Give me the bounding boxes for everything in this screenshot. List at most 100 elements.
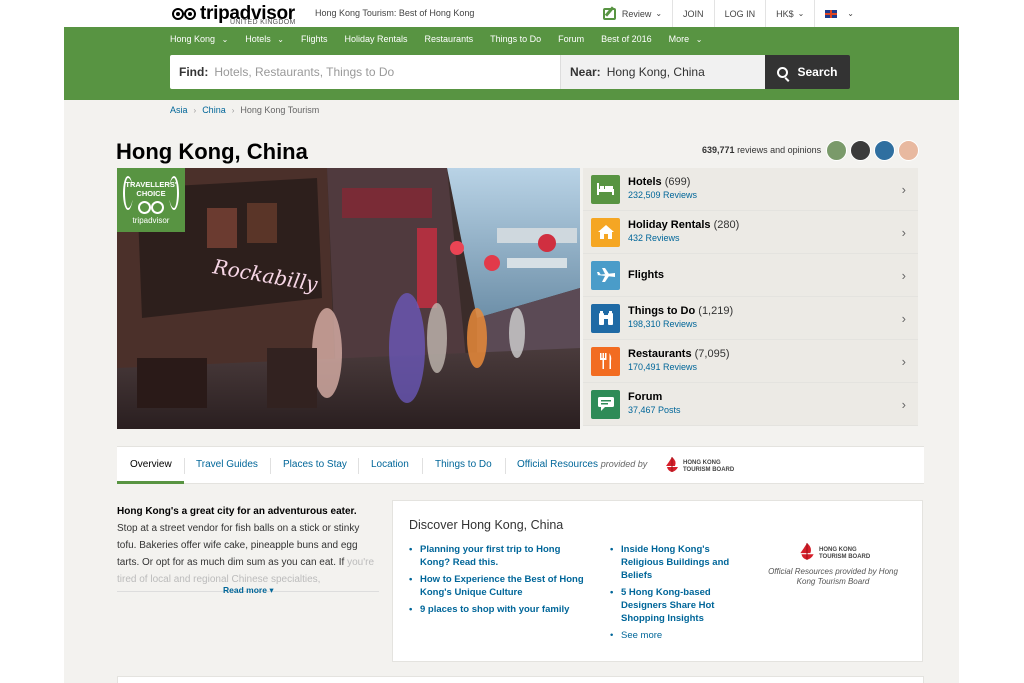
- speech-bubble-icon: [591, 389, 620, 419]
- discover-link[interactable]: How to Experience the Best of Hong Kong'…: [409, 573, 591, 599]
- near-label: Near:: [570, 65, 601, 79]
- tab-divider: [184, 458, 185, 474]
- discover-list-left: Planning your first trip to Hong Kong? R…: [409, 543, 591, 620]
- see-more-link[interactable]: See more: [610, 629, 748, 642]
- chevron-down-icon: ⌄: [847, 9, 854, 18]
- category-name: Things to Do: [628, 305, 696, 317]
- intro-body: Stop at a street vendor for fish balls o…: [117, 523, 360, 568]
- nav-item-more[interactable]: More ⌄: [669, 31, 703, 48]
- hong-kong-tourism-board-logo-icon: [800, 543, 814, 560]
- chevron-right-icon: ›: [901, 354, 906, 369]
- page-title: Hong Kong, China: [116, 139, 308, 164]
- active-tab-indicator: [117, 481, 184, 484]
- next-section: [117, 676, 924, 683]
- intro-text: Hong Kong's a great city for an adventur…: [117, 503, 375, 588]
- tab-location[interactable]: Location: [371, 459, 409, 470]
- top-nav: Review ⌄ JOIN LOG IN HK$ ⌄ ⌄: [593, 0, 864, 27]
- nav-item-hong-kong[interactable]: Hong Kong ⌄: [170, 31, 228, 48]
- avatar[interactable]: [850, 140, 871, 161]
- fork-knife-icon: [591, 346, 620, 376]
- section-tabs: Overview Travel Guides Places to Stay Lo…: [117, 446, 924, 484]
- category-things-to-do[interactable]: Things to Do (1,219) 198,310 Reviews ›: [583, 297, 918, 340]
- official-resources-label: Official Resources: [517, 459, 598, 470]
- find-input[interactable]: Find: Hotels, Restaurants, Things to Do: [170, 55, 561, 89]
- reviews-count[interactable]: 639,771 reviews and opinions: [702, 145, 821, 155]
- tab-places-to-stay[interactable]: Places to Stay: [283, 459, 347, 470]
- join-link[interactable]: JOIN: [672, 0, 714, 27]
- page: tripadvisor UNITED KINGDOM Hong Kong Tou…: [64, 0, 959, 683]
- nav-item-hotels[interactable]: Hotels ⌄: [245, 31, 284, 48]
- discover-link[interactable]: 5 Hong Kong-based Designers Share Hot Sh…: [610, 586, 748, 625]
- nav-item-things-to-do[interactable]: Things to Do: [490, 31, 541, 48]
- search-button[interactable]: Search: [765, 55, 850, 89]
- review-label: Review: [621, 8, 652, 19]
- tab-official-resources[interactable]: Official Resources provided by: [517, 459, 647, 470]
- tab-divider: [505, 458, 506, 474]
- owl-eyes-icon: [138, 201, 164, 215]
- category-restaurants[interactable]: Restaurants (7,095) 170,491 Reviews ›: [583, 340, 918, 383]
- main-nav: Hong Kong ⌄ Hotels ⌄ Flights Holiday Ren…: [170, 31, 719, 48]
- category-posts[interactable]: 37,467 Posts: [628, 404, 681, 417]
- language-menu[interactable]: ⌄: [814, 0, 864, 27]
- nav-item-holiday-rentals[interactable]: Holiday Rentals: [345, 31, 408, 48]
- nav-item-flights[interactable]: Flights: [301, 31, 328, 48]
- chevron-down-icon: ⌄: [655, 9, 663, 18]
- avatar[interactable]: [826, 140, 847, 161]
- house-icon: [591, 217, 620, 247]
- search-box: Find: Hotels, Restaurants, Things to Do …: [170, 55, 765, 89]
- category-reviews[interactable]: 232,509 Reviews: [628, 189, 697, 202]
- category-reviews[interactable]: 198,310 Reviews: [628, 318, 733, 331]
- top-bar-title: Hong Kong Tourism: Best of Hong Kong: [315, 8, 475, 18]
- nav-item-best-of-2016[interactable]: Best of 2016: [601, 31, 652, 48]
- search-icon: [777, 66, 789, 78]
- chevron-right-icon: ›: [901, 311, 906, 326]
- breadcrumb-china[interactable]: China: [202, 105, 226, 115]
- tab-divider: [358, 458, 359, 474]
- category-reviews[interactable]: 170,491 Reviews: [628, 361, 730, 374]
- category-flights[interactable]: Flights ›: [583, 254, 918, 297]
- find-placeholder: Hotels, Restaurants, Things to Do: [214, 65, 395, 79]
- chevron-right-icon: ›: [901, 397, 906, 412]
- discover-link[interactable]: 9 places to shop with your family: [409, 603, 591, 616]
- read-more-link[interactable]: Read more ▾: [223, 585, 274, 596]
- near-input[interactable]: Near: Hong Kong, China: [561, 55, 765, 89]
- review-menu[interactable]: Review ⌄: [593, 0, 672, 27]
- category-name: Holiday Rentals: [628, 219, 711, 231]
- category-forum[interactable]: Forum 37,467 Posts ›: [583, 383, 918, 426]
- hktb-wordmark: HONG KONG TOURISM BOARD: [683, 460, 735, 473]
- category-hotels[interactable]: Hotels (699) 232,509 Reviews ›: [583, 168, 918, 211]
- currency-menu[interactable]: HK$ ⌄: [765, 0, 814, 27]
- find-label: Find:: [179, 65, 209, 79]
- tab-divider: [270, 458, 271, 474]
- owl-logo-icon: [172, 6, 198, 22]
- logo-region: UNITED KINGDOM: [230, 19, 296, 26]
- tab-overview[interactable]: Overview: [130, 459, 172, 470]
- discover-link[interactable]: Inside Hong Kong's Religious Buildings a…: [610, 543, 748, 582]
- tab-travel-guides[interactable]: Travel Guides: [196, 459, 258, 470]
- nav-item-forum[interactable]: Forum: [558, 31, 584, 48]
- binoculars-icon: [591, 303, 620, 333]
- nav-item-restaurants[interactable]: Restaurants: [425, 31, 474, 48]
- category-count: (280): [713, 219, 740, 231]
- official-resources-caption[interactable]: Official Resources provided by Hong Kong…: [768, 567, 898, 587]
- hong-kong-tourism-board-logo-icon: [666, 457, 678, 472]
- login-label: LOG IN: [724, 8, 756, 19]
- category-holiday-rentals[interactable]: Holiday Rentals (280) 432 Reviews ›: [583, 211, 918, 254]
- tab-things-to-do[interactable]: Things to Do: [435, 459, 492, 470]
- category-name: Forum: [628, 391, 663, 403]
- street-photo-image: Rockabilly: [117, 168, 580, 429]
- intro-headline: Hong Kong's a great city for an adventur…: [117, 506, 357, 517]
- hktb-wordmark: HONG KONG TOURISM BOARD: [819, 547, 871, 560]
- discover-link[interactable]: Planning your first trip to Hong Kong? R…: [409, 543, 591, 569]
- breadcrumb-asia[interactable]: Asia: [170, 105, 188, 115]
- category-reviews[interactable]: 432 Reviews: [628, 232, 739, 245]
- avatar[interactable]: [874, 140, 895, 161]
- chevron-down-icon: ⌄: [797, 9, 805, 18]
- hero-photo[interactable]: Rockabilly: [117, 168, 580, 429]
- tripadvisor-logo[interactable]: tripadvisor UNITED KINGDOM: [172, 2, 295, 26]
- chevron-right-icon: ›: [901, 225, 906, 240]
- laurel-right-icon: [169, 176, 179, 210]
- avatar[interactable]: [898, 140, 919, 161]
- login-link[interactable]: LOG IN: [713, 0, 766, 27]
- join-label: JOIN: [683, 8, 704, 19]
